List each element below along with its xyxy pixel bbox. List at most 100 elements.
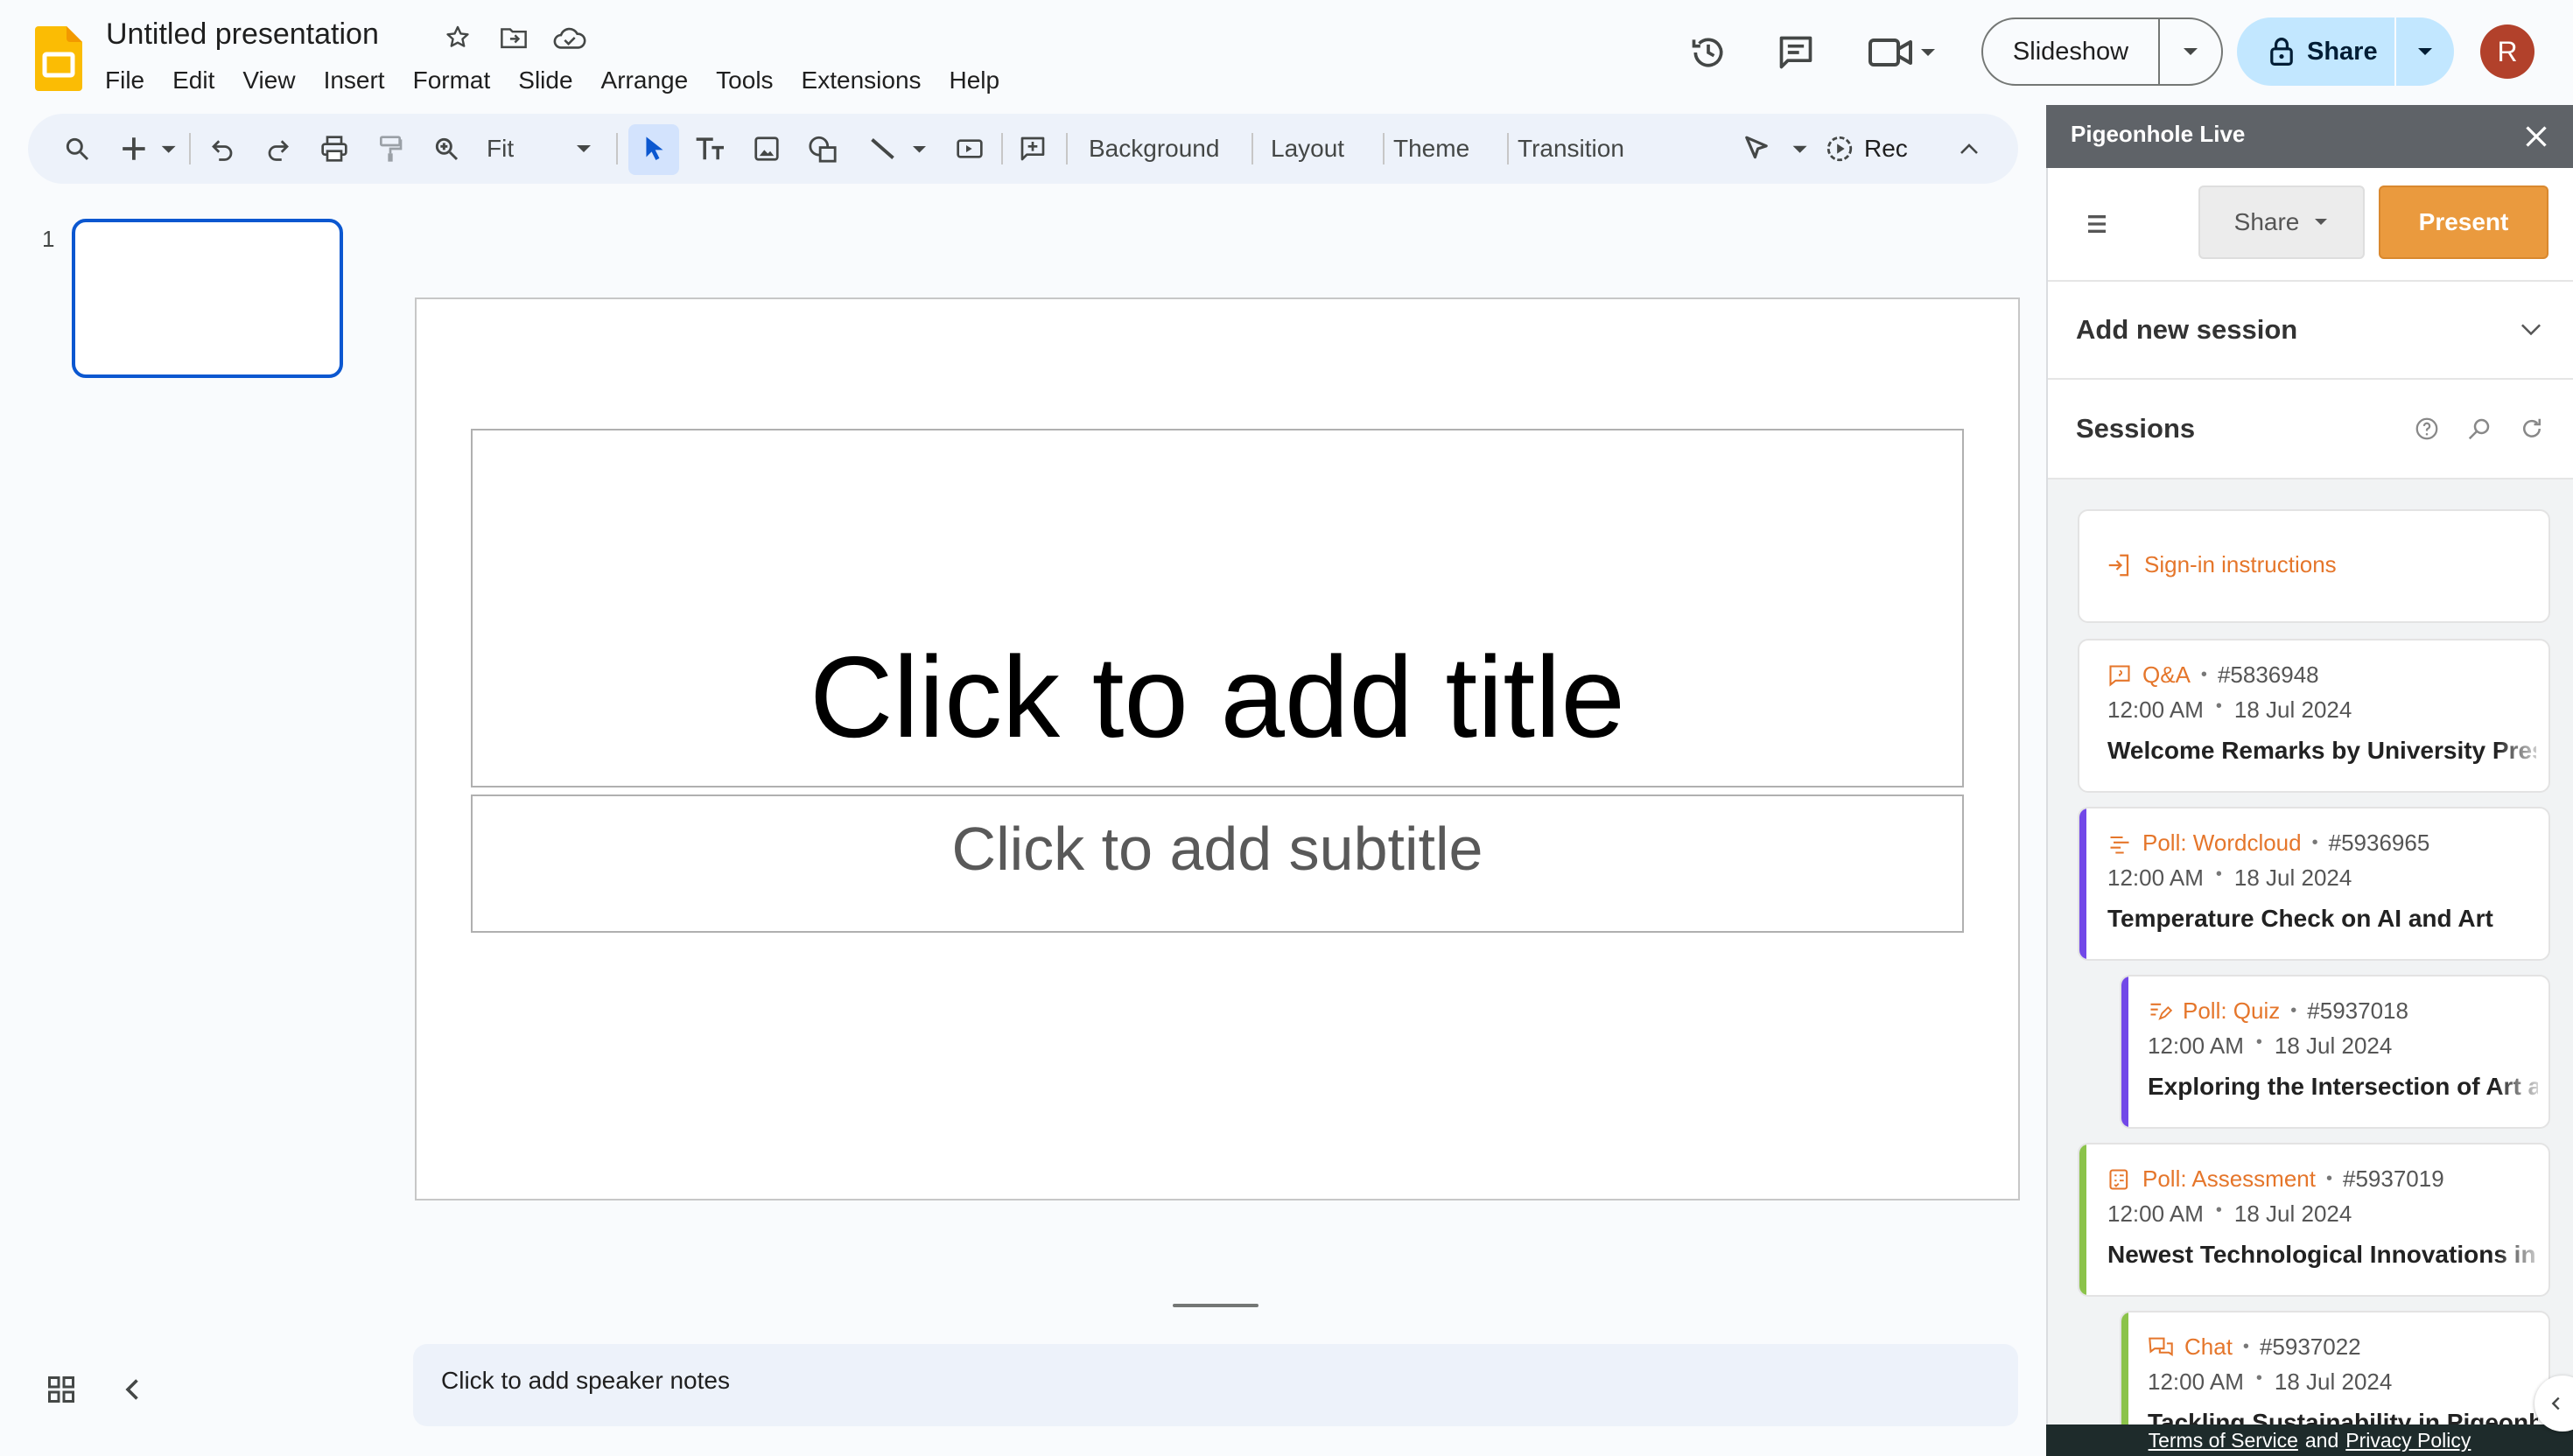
redo-icon[interactable] <box>259 130 298 168</box>
comments-icon[interactable] <box>1771 28 1820 77</box>
layout-button[interactable]: Layout <box>1271 128 1344 170</box>
search-menus-icon[interactable] <box>58 130 96 168</box>
lock-icon <box>2270 38 2293 66</box>
session-color-bar <box>2079 1144 2086 1295</box>
move-folder-icon[interactable] <box>492 23 536 52</box>
paint-format-icon[interactable] <box>371 130 410 168</box>
main-toolbar: Fit Background Layout Theme Transition R… <box>28 114 2018 184</box>
session-card-chat[interactable]: Chat • #5937022 12:00 AM • 18 Jul 2024 T… <box>2120 1311 2550 1424</box>
laser-pointer-icon[interactable] <box>1738 130 1817 168</box>
cloud-saved-icon[interactable] <box>548 23 592 52</box>
text-box-icon[interactable] <box>691 130 730 168</box>
select-arrow-icon[interactable] <box>635 130 674 168</box>
present-button[interactable]: Present <box>2379 186 2548 259</box>
session-title: Newest Technological Innovations in <box>2107 1241 2536 1268</box>
insert-image-icon[interactable] <box>747 130 786 168</box>
slide-thumbnail[interactable] <box>72 219 343 378</box>
help-icon[interactable] <box>2414 416 2440 442</box>
menu-format[interactable]: Format <box>399 63 505 98</box>
menu-extensions[interactable]: Extensions <box>788 63 936 98</box>
subtitle-placeholder-text: Click to add subtitle <box>951 815 1483 883</box>
insert-video-icon[interactable] <box>950 130 989 168</box>
add-new-session[interactable]: Add new session <box>2048 282 2573 380</box>
document-title[interactable]: Untitled presentation <box>106 18 379 52</box>
theme-button[interactable]: Theme <box>1393 128 1469 170</box>
menu-insert[interactable]: Insert <box>310 63 399 98</box>
search-icon[interactable] <box>2466 416 2492 442</box>
slideshow-dropdown-icon[interactable] <box>2160 46 2221 58</box>
menu-arrange[interactable]: Arrange <box>587 63 703 98</box>
transition-button[interactable]: Transition <box>1518 128 1624 170</box>
session-type: Poll: Wordcloud <box>2142 830 2302 856</box>
collapse-toolbar-icon[interactable] <box>1950 130 1988 168</box>
session-date: 18 Jul 2024 <box>2233 696 2352 723</box>
account-avatar[interactable]: R <box>2480 24 2534 79</box>
shape-icon[interactable] <box>803 130 842 168</box>
add-comment-icon[interactable] <box>1013 130 1052 168</box>
subtitle-placeholder[interactable]: Click to add subtitle <box>471 794 1964 933</box>
slide-number: 1 <box>42 226 55 252</box>
close-icon[interactable] <box>2520 121 2552 152</box>
slides-logo[interactable] <box>35 26 82 91</box>
refresh-icon[interactable] <box>2519 416 2545 442</box>
notes-resize-handle[interactable] <box>1173 1304 1258 1307</box>
session-card-assessment[interactable]: Poll: Assessment • #5937019 12:00 AM • 1… <box>2078 1143 2550 1297</box>
menu-tools[interactable]: Tools <box>702 63 787 98</box>
session-color-bar <box>2121 1312 2128 1424</box>
panel-footer: Terms of Service and Privacy Policy <box>2046 1424 2573 1456</box>
sessions-header: Sessions <box>2048 380 2573 480</box>
slideshow-button[interactable]: Slideshow <box>1981 18 2223 86</box>
session-time: 12:00 AM <box>2107 696 2204 723</box>
menu-edit[interactable]: Edit <box>158 63 228 98</box>
share-button[interactable]: Share <box>2237 18 2454 86</box>
grid-view-icon[interactable] <box>46 1374 77 1405</box>
sessions-heading: Sessions <box>2076 413 2196 444</box>
session-type: Chat <box>2184 1334 2233 1360</box>
menu-view[interactable]: View <box>228 63 309 98</box>
hamburger-menu-icon[interactable] <box>2079 206 2114 242</box>
sessions-list: Sign-in instructions Q&A • #5836948 12:0… <box>2048 481 2573 1424</box>
title-placeholder[interactable]: Click to add title <box>471 429 1964 788</box>
session-time: 12:00 AM <box>2107 1200 2204 1227</box>
session-card-quiz[interactable]: Poll: Quiz • #5937018 12:00 AM • 18 Jul … <box>2120 975 2550 1129</box>
share-dropdown-icon[interactable] <box>2396 46 2454 58</box>
line-icon[interactable] <box>865 130 935 168</box>
pigeonhole-share-button[interactable]: Share <box>2198 186 2365 259</box>
sign-in-instructions-card[interactable]: Sign-in instructions <box>2078 509 2550 623</box>
meet-icon[interactable] <box>1864 28 1943 77</box>
session-date: 18 Jul 2024 <box>2233 864 2352 891</box>
share-label: Share <box>2307 37 2378 66</box>
caret-down-icon <box>2315 219 2328 225</box>
speaker-notes[interactable]: Click to add speaker notes <box>413 1344 2018 1426</box>
sign-in-link[interactable]: Sign-in instructions <box>2144 551 2337 578</box>
menu-slide[interactable]: Slide <box>504 63 586 98</box>
session-time: 12:00 AM <box>2107 864 2204 891</box>
star-icon[interactable] <box>436 23 480 52</box>
terms-link[interactable]: Terms of Service <box>2149 1429 2298 1452</box>
session-card-wordcloud[interactable]: Poll: Wordcloud • #5936965 12:00 AM • 18… <box>2078 807 2550 961</box>
session-title: Exploring the Intersection of Art a <box>2148 1073 2538 1100</box>
session-id: #5937018 <box>2307 998 2408 1024</box>
menu-file[interactable]: File <box>91 63 158 98</box>
collapse-filmstrip-icon[interactable] <box>117 1374 149 1405</box>
menu-help[interactable]: Help <box>936 63 1014 98</box>
privacy-link[interactable]: Privacy Policy <box>2345 1429 2471 1452</box>
record-icon[interactable] <box>1820 130 1859 168</box>
slideshow-label[interactable]: Slideshow <box>1983 38 2158 66</box>
chat-icon <box>2149 1337 2173 1356</box>
version-history-icon[interactable] <box>1684 28 1733 77</box>
new-slide-icon[interactable] <box>116 130 186 168</box>
undo-icon[interactable] <box>203 130 242 168</box>
session-card-qa[interactable]: Q&A • #5836948 12:00 AM • 18 Jul 2024 We… <box>2078 639 2550 793</box>
rec-button[interactable]: Rec <box>1864 128 1908 170</box>
wordcloud-icon <box>2110 836 2129 854</box>
print-icon[interactable] <box>315 130 354 168</box>
background-button[interactable]: Background <box>1089 128 1219 170</box>
footer-and: and <box>2304 1428 2339 1452</box>
session-title: Temperature Check on AI and Art <box>2107 905 2493 932</box>
zoom-icon[interactable] <box>427 130 466 168</box>
zoom-select[interactable]: Fit <box>487 128 514 170</box>
pigeonhole-share-label: Share <box>2233 208 2300 235</box>
zoom-dropdown-icon[interactable] <box>571 130 597 168</box>
session-color-bar <box>2121 976 2128 1127</box>
